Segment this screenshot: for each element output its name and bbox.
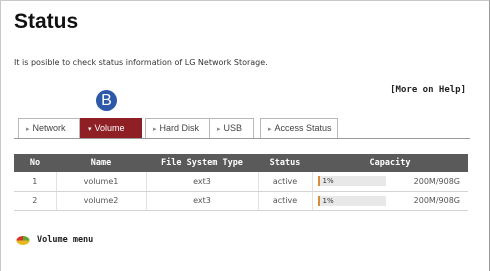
cell-no: 1 <box>14 172 56 192</box>
caret-right-icon: ▸ <box>153 126 157 133</box>
cell-capacity: 1% 200M/908G <box>311 172 468 192</box>
more-on-help-link[interactable]: [More on Help] <box>390 85 466 95</box>
usage-bar-fill <box>317 176 320 187</box>
caret-right-icon: ▸ <box>217 126 221 133</box>
col-header-status: Status <box>258 154 312 172</box>
page-description: It is posible to check status informatio… <box>14 58 268 67</box>
cell-fs-type: ext3 <box>145 172 258 192</box>
annotation-marker: B <box>96 90 117 111</box>
tab-network[interactable]: ▸ Network <box>18 118 80 138</box>
col-header-fs-type: File System Type <box>146 154 258 172</box>
usage-bar: 1% <box>317 176 386 187</box>
col-header-capacity: Capacity <box>312 154 468 172</box>
tab-volume[interactable]: ▾ Volume <box>80 118 142 138</box>
capacity-value: 200M/908G <box>413 176 460 186</box>
table-row: 1 volume1 ext3 active 1% 200M/908G <box>14 172 468 192</box>
table-header-row: No Name File System Type Status Capacity <box>14 154 468 172</box>
usage-label: 1% <box>322 196 334 205</box>
usage-bar-fill <box>317 195 320 206</box>
caret-right-icon: ▸ <box>26 126 30 133</box>
page-title: Status <box>14 10 79 33</box>
volume-status-table: No Name File System Type Status Capacity… <box>14 154 468 211</box>
cell-no: 2 <box>14 191 56 211</box>
table-row: 2 volume2 ext3 active 1% 200M/908G <box>14 191 468 211</box>
pie-chart-icon <box>16 236 30 245</box>
col-header-name: Name <box>56 154 146 172</box>
tab-hard-disk[interactable]: ▸ Hard Disk <box>145 118 210 138</box>
capacity-value: 200M/908G <box>413 196 460 205</box>
cell-capacity: 1% 200M/908G <box>311 191 468 211</box>
tab-usb[interactable]: ▸ USB <box>209 118 254 138</box>
usage-bar: 1% <box>317 195 386 206</box>
volume-menu[interactable]: Volume menu <box>16 234 93 246</box>
col-header-no: No <box>14 154 56 172</box>
tab-divider <box>14 138 470 139</box>
tab-access-status[interactable]: ▸ Access Status <box>260 118 338 138</box>
caret-right-icon: ▸ <box>268 126 272 133</box>
cell-status: active <box>257 191 312 211</box>
cell-name: volume2 <box>55 191 146 211</box>
cell-fs-type: ext3 <box>145 191 258 211</box>
usage-label: 1% <box>322 177 334 186</box>
volume-menu-label: Volume menu <box>37 235 94 245</box>
caret-down-icon: ▾ <box>88 126 92 133</box>
cell-status: active <box>257 172 312 192</box>
cell-name: volume1 <box>55 172 146 192</box>
